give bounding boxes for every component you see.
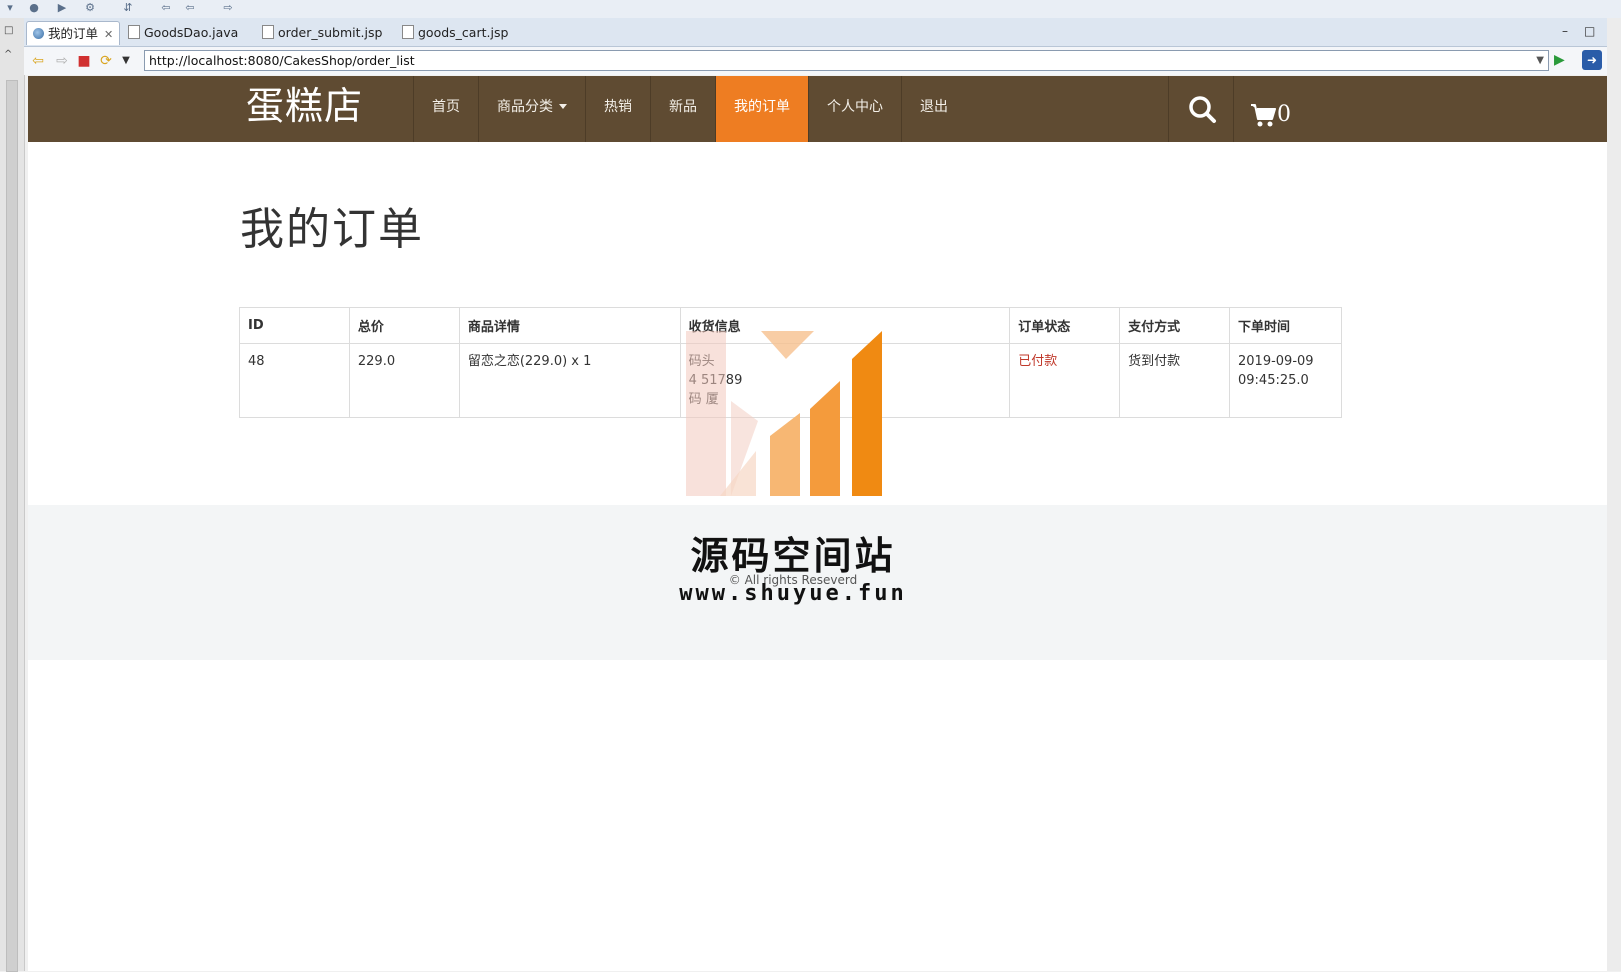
url-text: http://localhost:8080/CakesShop/order_li… xyxy=(149,53,415,68)
nav-home[interactable]: 首页 xyxy=(413,76,478,142)
main-nav: 首页 商品分类 热销 新品 我的订单 个人中心 退出 xyxy=(413,76,966,142)
ide-toolbar: ▾ ● ▶ ⚙ ⇵ ⇦ ⇦ ⇨ xyxy=(0,0,1621,19)
globe-icon xyxy=(33,28,44,39)
debug-icon[interactable]: ⚙ xyxy=(84,2,96,14)
page-title: 我的订单 xyxy=(240,204,424,255)
url-input[interactable]: http://localhost:8080/CakesShop/order_li… xyxy=(144,50,1549,71)
cart-count: 0 xyxy=(1277,102,1291,127)
caret-down-icon xyxy=(559,104,567,109)
order-detail: 留恋之恋(229.0) x 1 xyxy=(458,343,681,418)
chevron-down-icon[interactable]: ▼ xyxy=(118,53,134,69)
order-payment: 货到付款 xyxy=(1119,343,1230,418)
forward-history-icon[interactable]: ⇨ xyxy=(222,2,234,14)
right-trim-bar xyxy=(1607,18,1621,971)
site-header: 蛋糕店 首页 商品分类 热销 新品 我的订单 个人中心 退出 0 xyxy=(28,76,1607,142)
go-icon[interactable]: ▶ xyxy=(1554,52,1565,68)
cart-link[interactable]: 0 xyxy=(1250,92,1291,128)
back-history-icon[interactable]: ⇦ xyxy=(160,2,172,14)
restore-icon[interactable]: □ xyxy=(4,26,14,36)
scrollbar[interactable] xyxy=(6,80,18,972)
order-total: 229.0 xyxy=(348,343,460,418)
tab-goodsdao-java[interactable]: GoodsDao.java xyxy=(122,21,244,45)
column-header: ID xyxy=(239,307,350,344)
column-header: 下单时间 xyxy=(1229,307,1342,344)
maximize-icon[interactable]: □ xyxy=(1584,24,1595,38)
nav-my-orders[interactable]: 我的订单 xyxy=(715,76,808,142)
back-icon[interactable]: ⇦ xyxy=(30,53,46,69)
run-icon[interactable]: ▶ xyxy=(56,2,68,14)
chevron-up-icon[interactable]: ^ xyxy=(4,50,14,60)
tab-goods-cart-jsp[interactable]: goods_cart.jsp xyxy=(396,21,514,45)
watermark-title: 源码空间站 xyxy=(690,534,896,578)
cart-icon xyxy=(1251,104,1276,127)
tab-my-orders[interactable]: 我的订单 ✕ xyxy=(26,21,120,45)
column-header: 订单状态 xyxy=(1009,307,1121,344)
globe-icon[interactable]: ● xyxy=(28,2,40,14)
tab-label: GoodsDao.java xyxy=(144,25,239,40)
order-id: 48 xyxy=(239,343,350,418)
nav-new[interactable]: 新品 xyxy=(650,76,715,142)
tab-label: order_submit.jsp xyxy=(278,25,383,40)
nav-logout[interactable]: 退出 xyxy=(901,76,966,142)
column-header: 商品详情 xyxy=(458,307,681,344)
order-time: 2019-09-09 09:45:25.0 xyxy=(1229,343,1342,418)
back-history-icon[interactable]: ⇦ xyxy=(184,2,196,14)
web-page: 蛋糕店 首页 商品分类 热销 新品 我的订单 个人中心 退出 0 我的订单 ID… xyxy=(28,76,1607,971)
tab-label: 我的订单 xyxy=(48,26,99,41)
nav-categories[interactable]: 商品分类 xyxy=(478,76,585,142)
chevron-down-icon[interactable]: ▼ xyxy=(1536,51,1544,70)
java-file-icon xyxy=(128,25,140,39)
stop-icon[interactable]: ■ xyxy=(76,53,92,69)
editor-tab-bar: 我的订单 ✕ GoodsDao.java order_submit.jsp goo… xyxy=(24,18,1607,47)
column-header: 支付方式 xyxy=(1119,307,1230,344)
minimize-icon[interactable]: – xyxy=(1562,24,1568,38)
search-button[interactable] xyxy=(1168,76,1234,142)
nav-hot[interactable]: 热销 xyxy=(585,76,650,142)
watermark-logo xyxy=(686,331,882,496)
tab-label: goods_cart.jsp xyxy=(418,25,509,40)
close-icon[interactable]: ✕ xyxy=(104,28,113,41)
toolbar-icon[interactable]: ▾ xyxy=(4,2,16,14)
refresh-icon[interactable]: ⟳ xyxy=(98,53,114,69)
jsp-file-icon xyxy=(402,25,414,39)
navigate-icon[interactable]: ⇵ xyxy=(122,2,134,14)
order-clock: 09:45:25.0 xyxy=(1238,373,1309,388)
external-browser-icon[interactable]: ➜ xyxy=(1582,50,1602,70)
nav-user-center[interactable]: 个人中心 xyxy=(808,76,901,142)
jsp-file-icon xyxy=(262,25,274,39)
watermark-url: www.shuyue.fun xyxy=(679,581,907,606)
left-trim-bar: □ ^ xyxy=(0,18,25,972)
browser-toolbar: ⇦ ⇨ ■ ⟳ ▼ http://localhost:8080/CakesSho… xyxy=(24,47,1607,75)
order-status: 已付款 xyxy=(1009,343,1121,418)
site-logo[interactable]: 蛋糕店 xyxy=(246,80,363,132)
nav-label: 商品分类 xyxy=(497,99,553,115)
search-icon xyxy=(1189,96,1216,123)
forward-icon[interactable]: ⇨ xyxy=(54,53,70,69)
order-date: 2019-09-09 xyxy=(1238,354,1314,369)
tab-order-submit-jsp[interactable]: order_submit.jsp xyxy=(256,21,388,45)
column-header: 总价 xyxy=(348,307,460,344)
